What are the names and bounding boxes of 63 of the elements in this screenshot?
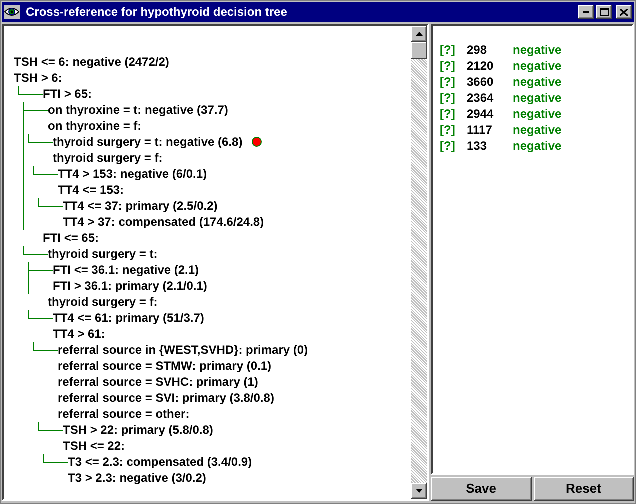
minimize-button[interactable] — [578, 5, 594, 19]
case-number: 2120 — [467, 58, 495, 75]
down-arrow-icon — [416, 489, 422, 493]
case-flag-label: [?] — [440, 42, 456, 59]
tree-node-text: thyroid surgery = t: — [48, 246, 158, 263]
action-button[interactable]: Reset — [534, 477, 634, 501]
tree-node-text: thyroid surgery = f: — [53, 150, 163, 167]
case-class: negative — [513, 42, 562, 59]
up-arrow-icon — [416, 32, 422, 36]
tree-node-text: referral source = other: — [58, 406, 190, 423]
tree-node-text: on thyroxine = t: negative (37.7) — [48, 102, 228, 119]
tree-node-text: TT4 <= 153: — [58, 182, 124, 199]
case-class: negative — [513, 122, 562, 139]
case-flag-label: [?] — [440, 122, 456, 139]
scroll-up-button[interactable] — [411, 26, 427, 42]
case-class: negative — [513, 74, 562, 91]
tree-node-text: T3 <= 2.3: compensated (3.4/0.9) — [68, 454, 252, 471]
tree-node-text: FTI > 65: — [43, 86, 92, 103]
close-icon — [620, 8, 628, 16]
tree-node-text: thyroid surgery = t: negative (6.8) — [53, 134, 243, 151]
tree-node-text: TT4 > 61: — [53, 326, 106, 343]
tree-node-text: T3 > 2.3: negative (3/0.2) — [68, 470, 206, 487]
case-number: 3660 — [467, 74, 495, 91]
close-button[interactable] — [616, 5, 632, 19]
tree-node-text: referral source = SVHC: primary (1) — [58, 374, 258, 391]
case-class: negative — [513, 106, 562, 123]
tree-node-text: TSH <= 6: negative (2472/2) — [14, 54, 170, 71]
scroll-down-button[interactable] — [411, 483, 427, 499]
scroll-thumb[interactable] — [411, 42, 427, 59]
case-number: 2364 — [467, 90, 495, 107]
tree-node-text: referral source in {WEST,SVHD}: primary (0) — [58, 342, 308, 359]
tree-node-text: TSH <= 22: — [63, 438, 126, 455]
case-number: 298 — [467, 42, 488, 59]
case-class: negative — [513, 138, 562, 155]
tree-node-text: referral source = SVI: primary (3.8/0.8) — [58, 390, 274, 407]
tree-node-text: TT4 > 153: negative (6/0.1) — [58, 166, 208, 183]
case-class: negative — [513, 90, 562, 107]
maximize-icon — [600, 8, 608, 16]
tree-node-text: TSH > 22: primary (5.8/0.8) — [63, 422, 214, 439]
tree-node-text: on thyroxine = f: — [48, 118, 142, 135]
case-number: 1117 — [467, 122, 494, 139]
tree-node-text: FTI > 36.1: primary (2.1/0.1) — [53, 278, 208, 295]
action-button[interactable]: Save — [431, 477, 532, 501]
case-number: 133 — [467, 138, 488, 155]
tree-node-text: referral source = STMW: primary (0.1) — [58, 358, 272, 375]
tree-node-text: thyroid surgery = f: — [48, 294, 158, 311]
tree-node-text: TSH > 6: — [14, 70, 62, 87]
case-flag-label: [?] — [440, 138, 456, 155]
tree-node-text: TT4 <= 37: primary (2.5/0.2) — [63, 198, 218, 215]
tree-node-text: FTI <= 36.1: negative (2.1) — [53, 262, 200, 279]
window-title: Cross-reference for hypothyroid decision tree — [26, 4, 288, 21]
case-class: negative — [513, 58, 562, 75]
case-flag-label: [?] — [440, 58, 456, 75]
tree-node-text: TT4 <= 61: primary (51/3.7) — [53, 310, 204, 327]
scrollbar[interactable] — [411, 26, 427, 499]
case-flag-label: [?] — [440, 106, 456, 123]
maximize-button[interactable] — [596, 5, 612, 19]
tree-node-text: TT4 > 37: compensated (174.6/24.8) — [63, 214, 264, 231]
case-number: 2944 — [467, 106, 495, 123]
minimize-icon — [583, 11, 589, 13]
case-flag-label: [?] — [440, 90, 456, 107]
case-flag-label: [?] — [440, 74, 456, 91]
tree-node-text: FTI <= 65: — [43, 230, 100, 247]
